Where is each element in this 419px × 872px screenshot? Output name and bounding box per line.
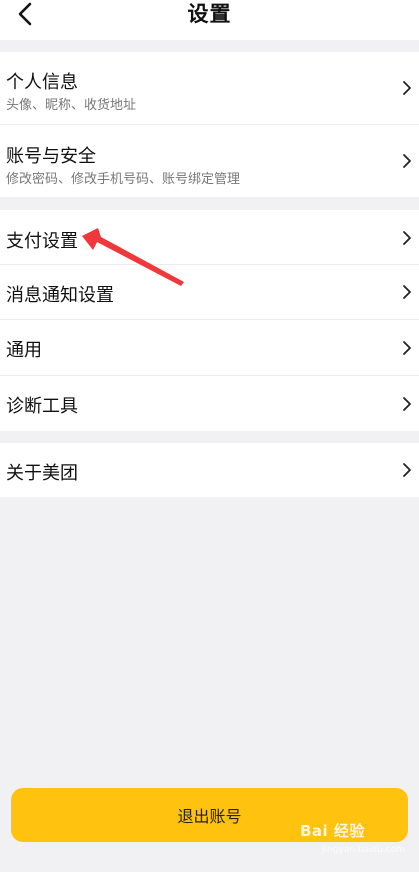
- menu-item-subtitle: 头像、昵称、收货地址: [6, 98, 137, 113]
- chevron-left-icon: [18, 2, 32, 26]
- menu-item-general[interactable]: 通用: [0, 320, 419, 376]
- menu-item-label: 通用: [6, 340, 42, 361]
- back-button[interactable]: [10, 0, 40, 28]
- menu-item-account-security[interactable]: 账号与安全 修改密码、修改手机号码、账号绑定管理: [0, 125, 419, 197]
- menu-item-notification-settings[interactable]: 消息通知设置: [0, 265, 419, 320]
- menu-item-label: 诊断工具: [6, 396, 78, 417]
- page-title: 设置: [187, 2, 232, 26]
- chevron-right-icon: [403, 397, 411, 411]
- chevron-right-icon: [403, 154, 411, 168]
- menu-item-personal-info[interactable]: 个人信息 头像、昵称、收货地址: [0, 52, 419, 125]
- annotation-arrow-icon: [82, 228, 184, 286]
- watermark-url: jingyan.baidu.com: [322, 845, 406, 855]
- menu-item-diagnostic-tools[interactable]: 诊断工具: [0, 376, 419, 431]
- menu-item-label: 关于美团: [6, 463, 78, 484]
- menu-item-label: 支付设置: [6, 231, 78, 252]
- menu-item-label: 个人信息: [6, 72, 78, 93]
- baidu-jingyan-watermark: Bai 经验: [300, 822, 365, 840]
- chevron-right-icon: [403, 341, 411, 355]
- chevron-right-icon: [403, 285, 411, 299]
- menu-item-payment-settings[interactable]: 支付设置: [0, 210, 419, 265]
- menu-item-label: 账号与安全: [6, 146, 96, 167]
- menu-item-about-meituan[interactable]: 关于美团: [0, 443, 419, 497]
- chevron-right-icon: [403, 231, 411, 245]
- menu-item-subtitle: 修改密码、修改手机号码、账号绑定管理: [6, 172, 241, 187]
- top-bar: 设置: [0, 0, 419, 40]
- chevron-right-icon: [403, 81, 411, 95]
- chevron-right-icon: [403, 463, 411, 477]
- account-group: 个人信息 头像、昵称、收货地址 账号与安全 修改密码、修改手机号码、账号绑定管理: [0, 52, 419, 197]
- settings-group: 支付设置 消息通知设置 通用 诊断工具: [0, 210, 419, 431]
- about-group: 关于美团: [0, 443, 419, 497]
